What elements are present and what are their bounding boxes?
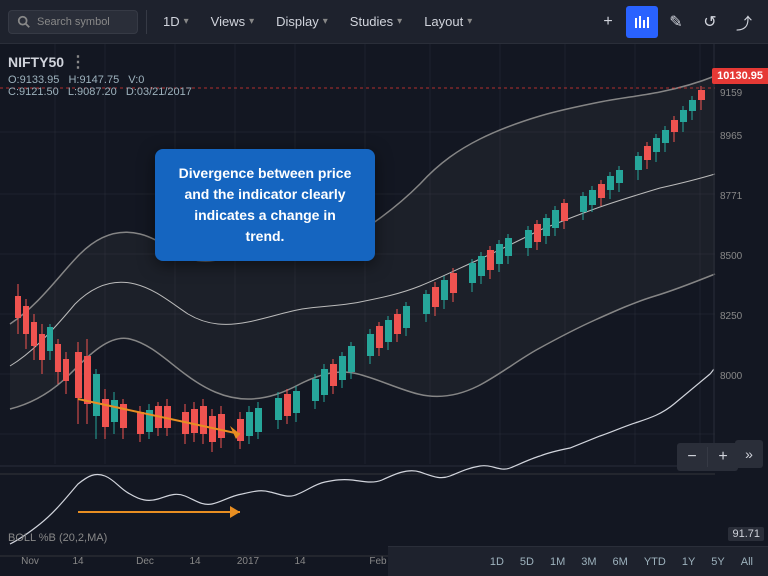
- share-button[interactable]: ⤴: [728, 6, 760, 38]
- zoom-in-button[interactable]: +: [708, 443, 738, 471]
- studies-chevron: ▾: [397, 16, 402, 27]
- time-btn-3m[interactable]: 3M: [574, 553, 603, 571]
- date-value: D:03/21/2017: [126, 86, 192, 98]
- symbol-name: NIFTY50 ⋮: [8, 52, 198, 72]
- toolbar-right: + ✎ ↺ ⤴: [592, 6, 760, 38]
- time-btn-6m[interactable]: 6M: [606, 553, 635, 571]
- svg-text:14: 14: [189, 556, 201, 567]
- current-price-label: 10130.95: [712, 68, 768, 84]
- search-placeholder: Search symbol: [37, 16, 110, 28]
- draw-button[interactable]: ✎: [660, 6, 692, 38]
- svg-text:Nov: Nov: [21, 556, 39, 567]
- svg-text:14: 14: [294, 556, 306, 567]
- callout-box: Divergence between price and the indicat…: [155, 149, 375, 261]
- time-btn-1d[interactable]: 1D: [483, 553, 511, 571]
- expand-button[interactable]: »: [735, 440, 763, 468]
- views-chevron: ▾: [249, 16, 254, 27]
- time-btn-1m[interactable]: 1M: [543, 553, 572, 571]
- callout-text: Divergence between price and the indicat…: [179, 165, 352, 244]
- svg-text:Dec: Dec: [136, 556, 154, 567]
- svg-text:8965: 8965: [720, 131, 743, 142]
- svg-text:2017: 2017: [237, 556, 260, 567]
- zoom-controls: − +: [677, 443, 738, 471]
- top-bar: Search symbol 1D ▾ Views ▾ Display ▾ Stu…: [0, 0, 768, 44]
- add-button[interactable]: +: [592, 6, 624, 38]
- time-btn-5d[interactable]: 5D: [513, 553, 541, 571]
- time-btn-1y[interactable]: 1Y: [675, 553, 702, 571]
- volume-value: V:0: [128, 74, 144, 86]
- layout-button[interactable]: Layout ▾: [416, 10, 480, 33]
- symbol-info: NIFTY50 ⋮ O:9133.95 H:9147.75 V:0 C:9121…: [8, 52, 198, 98]
- svg-text:8250: 8250: [720, 311, 743, 322]
- bottom-time-bar: 1D 5D 1M 3M 6M YTD 1Y 5Y All: [388, 546, 768, 576]
- chart-type-button[interactable]: [626, 6, 658, 38]
- svg-text:Feb: Feb: [369, 556, 387, 567]
- svg-text:8500: 8500: [720, 251, 743, 262]
- indicator-value: 91.71: [728, 527, 764, 541]
- high-value: H:9147.75: [68, 74, 119, 86]
- time-btn-all[interactable]: All: [734, 553, 760, 571]
- open-value: O:9133.95: [8, 74, 59, 86]
- time-btn-5y[interactable]: 5Y: [704, 553, 731, 571]
- indicator-label: BOLL %B (20,2,MA): [8, 532, 107, 544]
- separator: [146, 10, 147, 34]
- ohlc-info: O:9133.95 H:9147.75 V:0 C:9121.50 L:9087…: [8, 74, 198, 98]
- layout-chevron: ▾: [467, 16, 472, 27]
- symbol-menu-trigger[interactable]: ⋮: [70, 52, 86, 72]
- display-chevron: ▾: [323, 16, 328, 27]
- chart-svg: Nov 14 Dec 14 2017 14 Feb 14 Mar 14 9159…: [0, 44, 768, 576]
- zoom-out-button[interactable]: −: [677, 443, 707, 471]
- svg-text:8771: 8771: [720, 191, 743, 202]
- expand-icon: »: [745, 446, 753, 462]
- views-button[interactable]: Views ▾: [203, 10, 262, 33]
- bar-chart-icon: [634, 14, 650, 30]
- svg-text:14: 14: [72, 556, 84, 567]
- low-value: L:9087.20: [68, 86, 117, 98]
- display-button[interactable]: Display ▾: [268, 10, 336, 33]
- svg-text:8000: 8000: [720, 371, 743, 382]
- time-btn-ytd[interactable]: YTD: [637, 553, 673, 571]
- search-icon: [17, 15, 31, 29]
- search-box[interactable]: Search symbol: [8, 10, 138, 34]
- chart-container: Nov 14 Dec 14 2017 14 Feb 14 Mar 14 9159…: [0, 44, 768, 576]
- timeframe-chevron: ▾: [184, 16, 189, 27]
- undo-button[interactable]: ↺: [694, 6, 726, 38]
- studies-button[interactable]: Studies ▾: [342, 10, 410, 33]
- timeframe-selector[interactable]: 1D ▾: [155, 10, 197, 33]
- svg-text:9159: 9159: [720, 88, 743, 99]
- close-value: C:9121.50: [8, 86, 59, 98]
